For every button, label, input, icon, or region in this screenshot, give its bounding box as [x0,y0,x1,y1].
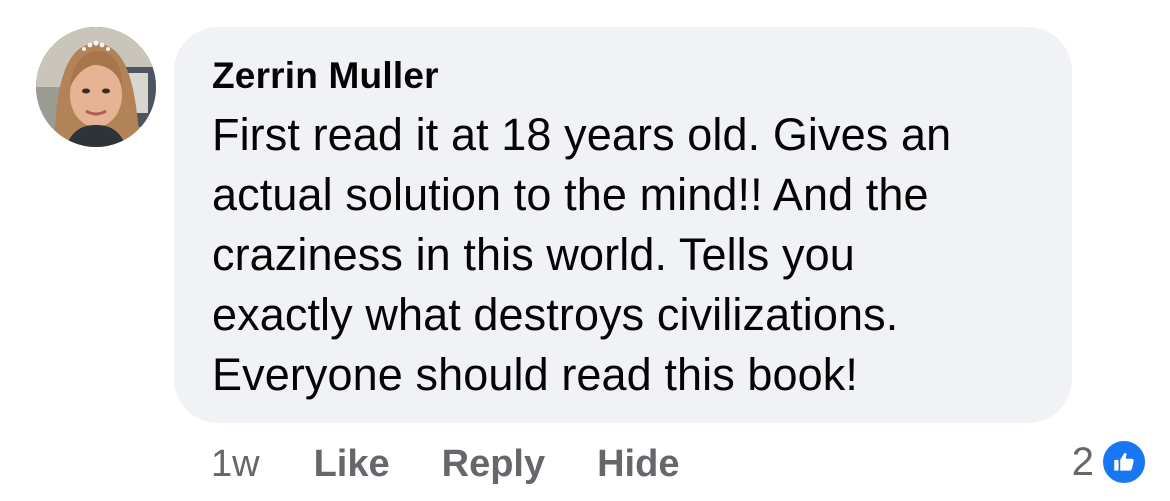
comment-text-line: craziness in this world. Tells you [212,229,855,280]
comment: Zerrin Muller First read it at 18 years … [0,0,1170,501]
comment-text-line: First read it at 18 years old. Gives an [212,109,952,160]
comment-timestamp[interactable]: 1w [211,443,260,486]
reaction-count: 2 [1071,439,1094,484]
comment-actions: 1w Like Reply Hide [211,440,731,488]
comment-text-line: exactly what destroys civilizations. [212,289,899,340]
like-thumbs-up-icon [1100,438,1148,486]
like-button[interactable]: Like [314,443,390,486]
reaction-summary[interactable]: 2 [1072,436,1148,488]
comment-text-line: actual solution to the mind!! And the [212,169,929,220]
comment-text: First read it at 18 years old. Gives an … [212,105,1036,405]
reply-button[interactable]: Reply [442,443,545,486]
comment-author[interactable]: Zerrin Muller [212,53,1036,99]
profile-photo-icon [36,27,156,147]
avatar[interactable] [36,27,156,147]
comment-bubble: Zerrin Muller First read it at 18 years … [174,27,1072,423]
hide-button[interactable]: Hide [597,443,679,486]
comment-text-line: Everyone should read this book! [212,349,858,400]
